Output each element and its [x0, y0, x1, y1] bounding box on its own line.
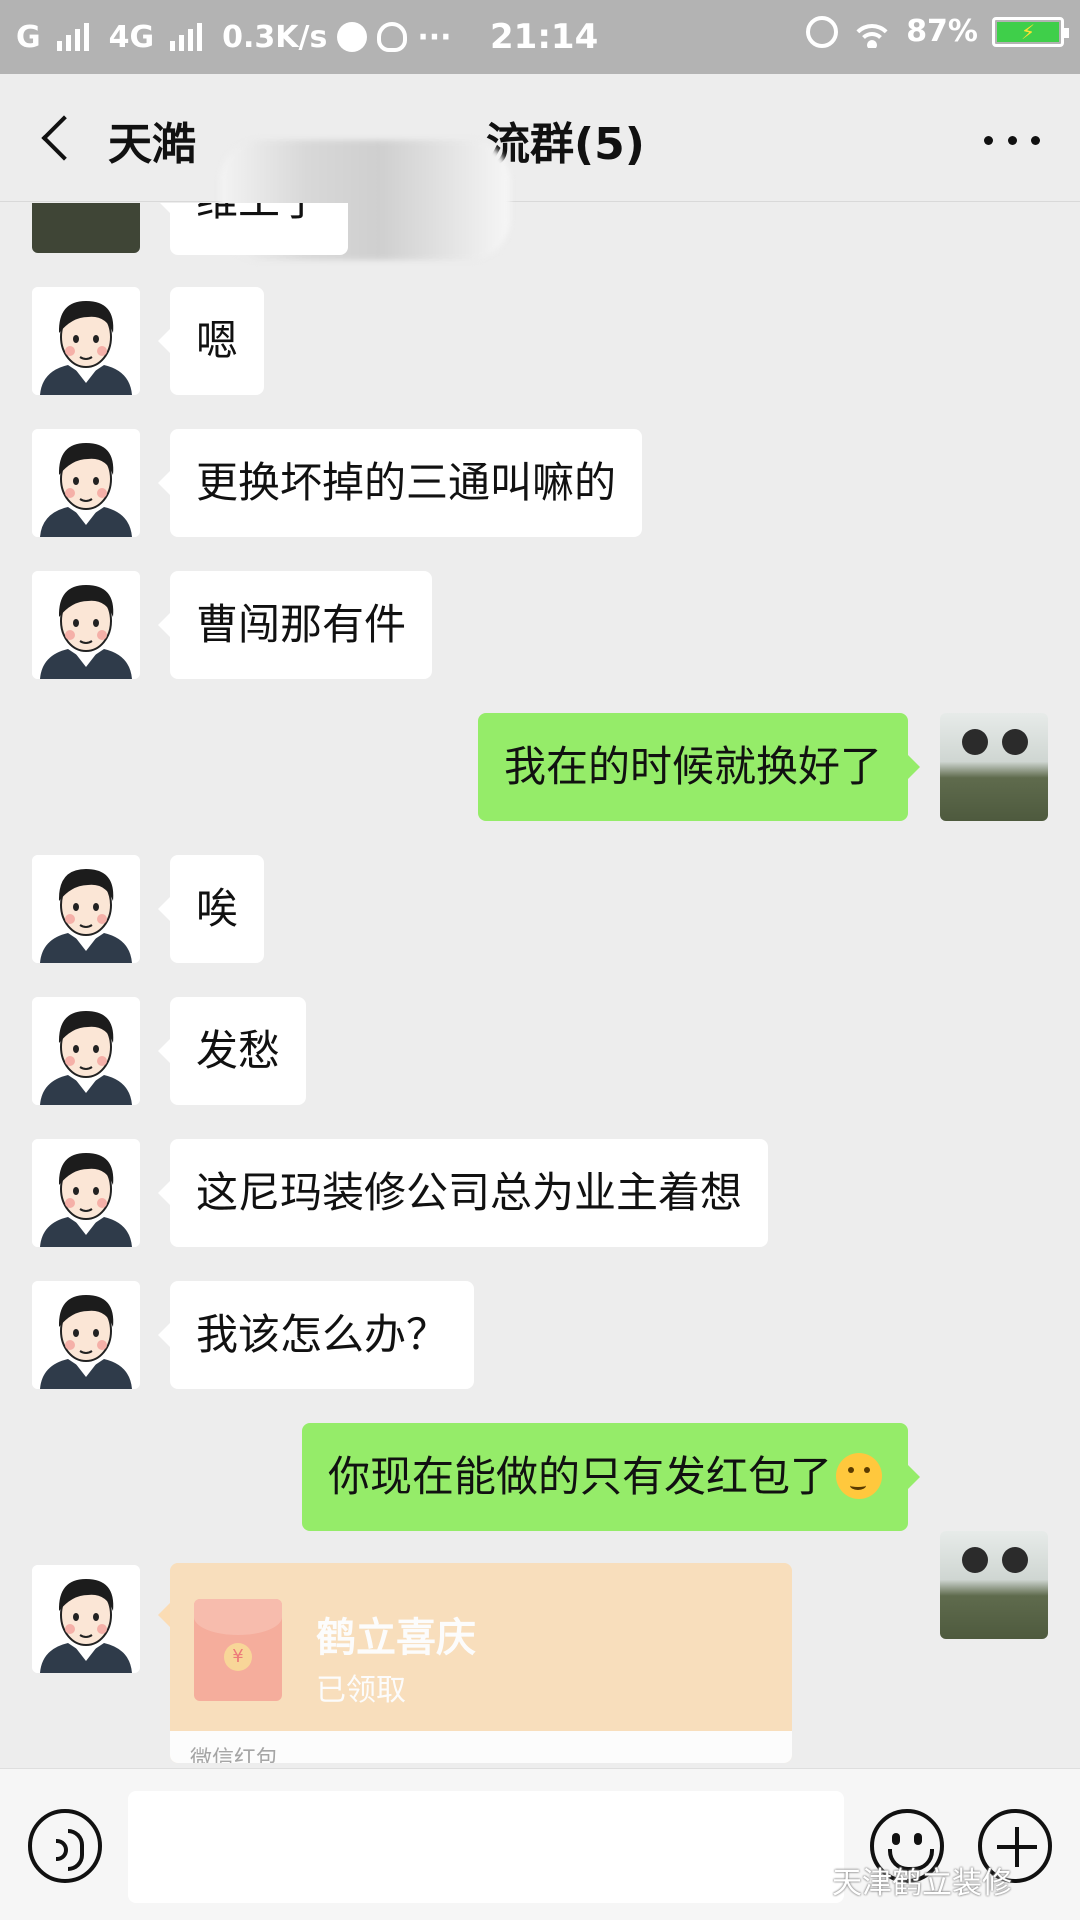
- more-options-button[interactable]: [984, 130, 1040, 150]
- message-bubble-outgoing[interactable]: 你现在能做的只有发红包了: [301, 1423, 921, 1531]
- sender-avatar[interactable]: [32, 997, 140, 1105]
- my-avatar[interactable]: [940, 713, 1048, 821]
- sender-avatar[interactable]: [32, 287, 140, 395]
- red-packet-label: 微信红包: [190, 1747, 279, 1763]
- alarm-icon: [806, 15, 839, 48]
- message-input[interactable]: [128, 1791, 844, 1903]
- status-left: G 4G 0.3K/s ···: [16, 20, 452, 55]
- red-packet-title: 鹤立喜庆: [316, 1615, 476, 1661]
- sender-avatar[interactable]: [32, 429, 140, 537]
- red-packet-card[interactable]: ¥ 鹤立喜庆 已领取 微信红包: [170, 1563, 792, 1763]
- sender-avatar[interactable]: [32, 1139, 140, 1247]
- sender-avatar[interactable]: [32, 1565, 140, 1673]
- clock: 21:14: [490, 17, 599, 57]
- thinking-emoji-icon: [836, 1452, 882, 1499]
- sender-avatar[interactable]: [32, 203, 140, 253]
- back-button[interactable]: [30, 104, 90, 170]
- status-bar: G 4G 0.3K/s ··· 21:14 87% ⚡: [0, 0, 1080, 74]
- watermark: 天津鹤立装修: [832, 1858, 1012, 1902]
- sender-avatar[interactable]: [32, 1281, 140, 1389]
- red-packet-coin: ¥: [224, 1643, 252, 1671]
- message-bubble[interactable]: 嗯: [157, 287, 265, 395]
- battery-icon: ⚡: [992, 16, 1069, 47]
- sender-avatar[interactable]: [32, 571, 140, 679]
- message-bubble[interactable]: 唉: [157, 855, 265, 963]
- message-bubble[interactable]: 更换坏掉的三通叫嘛的: [157, 429, 643, 537]
- sender-avatar[interactable]: [32, 855, 140, 963]
- chat-title-start: 天澔: [108, 119, 196, 170]
- battery-percent: 87%: [906, 14, 978, 49]
- network-speed: 0.3K/s: [222, 19, 328, 55]
- message-bubble[interactable]: 发愁: [157, 997, 307, 1105]
- red-packet-icon: ¥: [194, 1599, 282, 1701]
- status-right: 87% ⚡: [806, 14, 1069, 49]
- red-packet-status: 已领取: [316, 1673, 406, 1708]
- message-bubble[interactable]: 我该怎么办？: [157, 1281, 475, 1389]
- signal-icon-2: [170, 23, 203, 51]
- red-packet-tail: [158, 1603, 170, 1627]
- qq-icon: [377, 22, 408, 52]
- message-bubble-outgoing[interactable]: 我在的时候就换好了: [477, 713, 921, 821]
- chat-header: 天澔 流群(5): [0, 74, 1080, 260]
- message-bubble[interactable]: 维工了: [157, 203, 349, 255]
- more-notifications-icon: ···: [417, 19, 452, 55]
- signal-icon: [56, 23, 89, 51]
- app-notification-icon: [337, 22, 368, 52]
- watermark-text: 天津鹤立装修: [832, 1866, 1012, 1901]
- network-type-1: G: [16, 19, 41, 55]
- wifi-icon: [852, 16, 893, 48]
- network-type-2: 4G: [108, 19, 155, 55]
- voice-input-icon[interactable]: [28, 1809, 102, 1883]
- message-list[interactable]: 维工了 嗯 更换坏掉的三通叫嘛的 曹闯那有件 我在的时候就换好了 唉 发愁 这尼…: [0, 203, 1080, 1768]
- message-bubble[interactable]: 这尼玛装修公司总为业主着想: [157, 1139, 769, 1247]
- red-packet-footer: 微信红包: [170, 1731, 792, 1763]
- my-avatar[interactable]: [940, 1531, 1048, 1639]
- message-bubble[interactable]: 曹闯那有件: [157, 571, 433, 679]
- message-text: 你现在能做的只有发红包了: [327, 1452, 832, 1501]
- chat-title-end: 流群(5): [486, 119, 645, 170]
